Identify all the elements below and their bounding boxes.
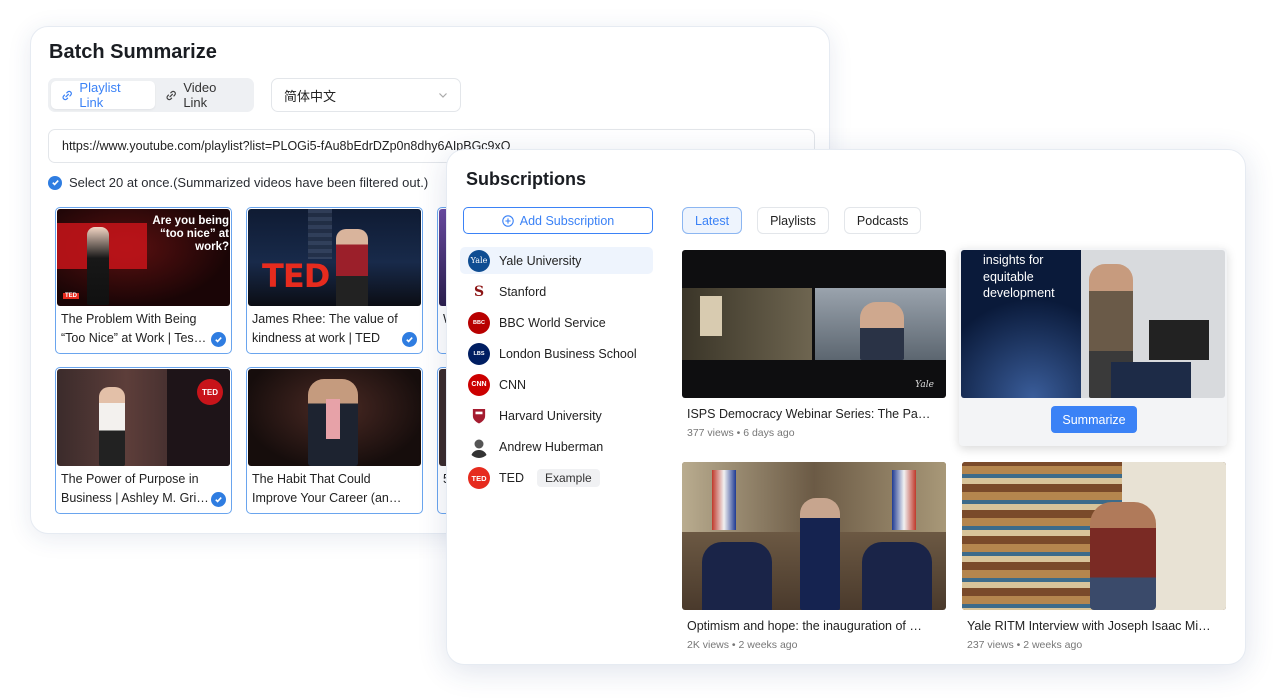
select-note-text: Select 20 at once.(Summarized videos hav… (69, 175, 429, 190)
channel-item-lbs[interactable]: LBS London Business School (460, 340, 653, 367)
language-select-value: 简体中文 (284, 88, 337, 104)
video-card[interactable]: Are you being “too nice” at work? TED Th… (55, 207, 232, 354)
video-thumbnail (248, 369, 421, 466)
video-thumbnail: Are you being “too nice” at work? TED (57, 209, 230, 306)
feed-video-card[interactable]: Optimism and hope: the inauguration of M… (682, 462, 946, 651)
link-icon (62, 90, 72, 100)
chevron-down-icon (439, 93, 447, 98)
playlist-url-value: https://www.youtube.com/playlist?list=PL… (62, 139, 511, 153)
channel-name: Stanford (499, 284, 547, 299)
video-card[interactable]: TED James Rhee: The value of kindness at… (246, 207, 423, 354)
video-thumbnail: insights for equitable development (961, 250, 1225, 398)
video-title: James Rhee: The value of kindness at wor… (252, 312, 398, 345)
example-badge: Example (537, 469, 600, 488)
plus-circle-icon (501, 214, 514, 227)
thumbnail-caption: Yale (915, 380, 934, 390)
add-subscription-button[interactable]: Add Subscription (463, 207, 653, 234)
channel-item-stanford[interactable]: S Stanford (460, 278, 653, 305)
add-subscription-label: Add Subscription (519, 213, 615, 228)
feed-video-card[interactable]: insights for equitable development (961, 250, 1225, 398)
tab-video-link[interactable]: Video Link (155, 80, 251, 110)
channel-name: Yale University (499, 253, 582, 268)
video-title: Optimism and hope: the inauguration of M… (687, 619, 932, 633)
stanford-logo-icon: S (468, 280, 490, 303)
video-title: The Power of Purpose in Business | Ashle… (61, 472, 210, 505)
thumbnail-caption: TED (197, 379, 223, 405)
channel-name: TED (499, 471, 524, 486)
video-meta: 237 views • 2 weeks ago (967, 639, 1083, 651)
summarize-button[interactable]: Summarize (1051, 406, 1137, 433)
video-card[interactable]: TED The Power of Purpose in Business | A… (55, 367, 232, 514)
video-thumbnail: TED (57, 369, 230, 466)
channel-item-harvard[interactable]: Harvard University (460, 402, 653, 429)
video-card[interactable]: The Habit That Could Improve Your Career… (246, 367, 423, 514)
checkbox-checked-icon[interactable] (211, 492, 226, 507)
huberman-avatar-icon (468, 436, 490, 459)
channel-item-bbc[interactable]: BBC BBC World Service (460, 309, 653, 336)
channel-item-huberman[interactable]: Andrew Huberman (460, 434, 653, 461)
checkbox-checked-icon[interactable] (402, 332, 417, 347)
thumbnail-caption: Are you being “too nice” at work? (152, 215, 229, 253)
cnn-logo-icon: CNN (468, 373, 490, 396)
video-thumbnail: Yale (682, 250, 946, 398)
channel-item-yale[interactable]: Yale Yale University (460, 247, 653, 274)
yale-logo-icon: Yale (468, 249, 490, 272)
channel-name: Andrew Huberman (499, 440, 604, 455)
tab-playlist-link-label: Playlist Link (79, 80, 121, 110)
checkbox-checked-icon[interactable] (211, 332, 226, 347)
channel-item-cnn[interactable]: CNN CNN (460, 371, 653, 398)
tab-podcasts[interactable]: Podcasts (843, 207, 922, 234)
video-meta: 2K views • 2 weeks ago (687, 639, 798, 651)
lbs-logo-icon: LBS (468, 342, 490, 365)
channel-name: CNN (499, 377, 527, 392)
video-title: ISPS Democracy Webinar Series: The Pardo… (687, 407, 932, 421)
channel-name: London Business School (499, 346, 637, 361)
video-thumbnail: TED (248, 209, 421, 306)
video-title: Yale RITM Interview with Joseph Isaac Mi… (967, 619, 1212, 633)
thumbnail-caption: TED (262, 257, 330, 295)
tab-latest[interactable]: Latest (682, 207, 743, 234)
video-title: The Habit That Could Improve Your Career… (252, 472, 396, 505)
feed-video-card[interactable]: Yale RITM Interview with Joseph Isaac Mi… (962, 462, 1226, 651)
subscriptions-title: Subscriptions (466, 169, 587, 189)
thumbnail-caption: insights for equitable development (983, 253, 1055, 300)
video-thumbnail (682, 462, 946, 610)
subscriptions-panel: Subscriptions Add Subscription Yale Yale… (446, 149, 1246, 665)
select-note: Select 20 at once.(Summarized videos hav… (48, 175, 428, 190)
channel-name: Harvard University (499, 408, 602, 423)
subscription-tabs: Latest Playlists Podcasts (682, 207, 922, 234)
link-type-segmented: Playlist Link Video Link (48, 78, 254, 112)
video-meta: 377 views • 6 days ago (687, 427, 795, 439)
video-title: The Problem With Being “Too Nice” at Wor… (61, 312, 207, 345)
tab-playlist-link[interactable]: Playlist Link (51, 80, 155, 110)
tab-video-link-label: Video Link (183, 80, 217, 110)
channel-name: BBC World Service (499, 315, 606, 330)
harvard-shield-icon (468, 404, 490, 427)
tab-playlists[interactable]: Playlists (757, 207, 829, 234)
bbc-logo-icon: BBC (468, 311, 490, 334)
language-select[interactable]: 简体中文 (271, 78, 461, 112)
video-thumbnail (962, 462, 1226, 610)
batch-title: Batch Summarize (49, 41, 217, 63)
ted-logo-icon: TED (468, 467, 490, 490)
channel-item-ted[interactable]: TED TED Example (460, 465, 653, 492)
feed-video-card[interactable]: Yale ISPS Democracy Webinar Series: The … (682, 250, 946, 439)
checkbox-checked-icon[interactable] (48, 175, 62, 190)
link-icon (166, 90, 176, 100)
channel-list: Yale Yale University S Stanford BBC BBC … (460, 247, 653, 496)
